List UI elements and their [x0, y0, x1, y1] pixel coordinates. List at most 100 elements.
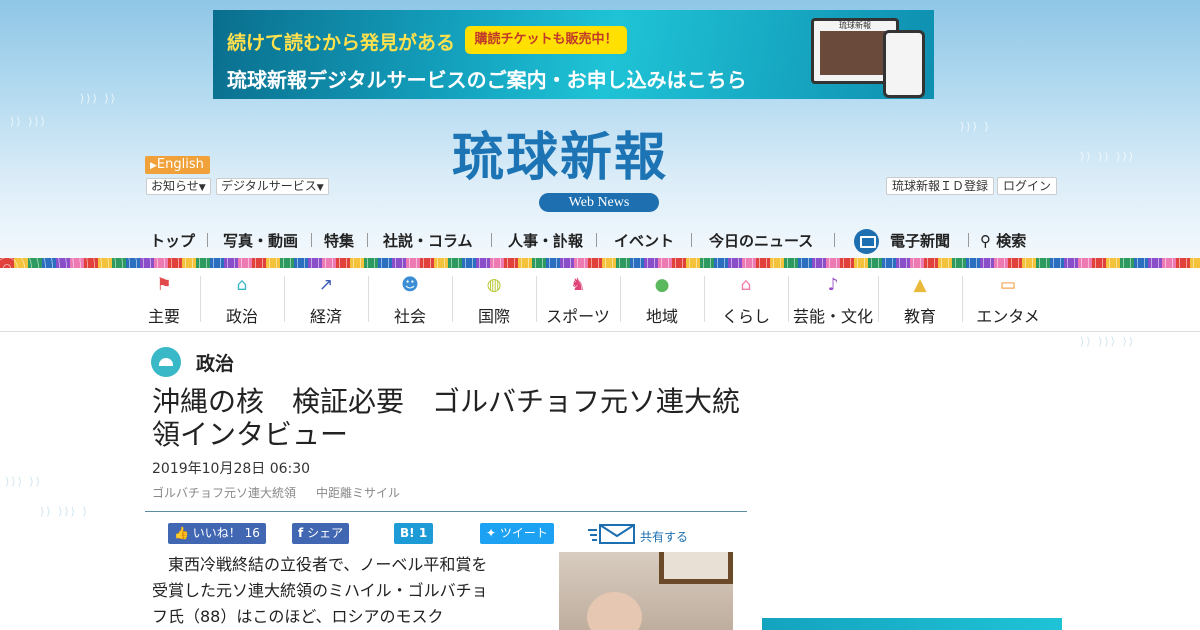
category-nav: ⚑ 主要 ⌂ 政治 ↗ 経済 ☻ 社会 ◍ 国際 ♞ スポーツ ● 地域 ⌂ くらし ♪ 芸能・文…	[0, 268, 1200, 332]
nav-divider	[596, 233, 597, 247]
nav-photo-video[interactable]: 写真・動画	[223, 230, 298, 251]
tweet-label: ツイート	[499, 526, 548, 540]
device-screen	[820, 31, 890, 75]
nav-features[interactable]: 特集	[324, 230, 354, 251]
nav-divider	[691, 233, 692, 247]
category-culture[interactable]: ♪ 芸能・文化	[788, 268, 878, 330]
category-sports[interactable]: ♞ スポーツ	[536, 268, 620, 330]
notice-label: お知らせ	[151, 179, 199, 193]
nav-personnel[interactable]: 人事・訃報	[508, 230, 583, 251]
category-divider	[962, 276, 963, 322]
nav-epaper[interactable]: 電子新聞	[890, 230, 950, 251]
nav-divider	[491, 233, 492, 247]
twitter-bird-icon: ✦	[486, 526, 497, 540]
digital-service-label: デジタルサービス	[221, 179, 317, 193]
fish-decoration: ⟩⟩ ⟩⟩⟩	[10, 115, 47, 128]
photo-subject	[587, 592, 642, 630]
fish-decoration: ⟩⟩ ⟩⟩⟩ ⟩	[40, 505, 89, 518]
tweet-button[interactable]: ✦ ツイート	[480, 523, 554, 544]
fish-decoration: ⟩⟩ ⟩⟩ ⟩⟩⟩	[1080, 150, 1136, 163]
login-button[interactable]: ログイン	[997, 177, 1058, 195]
article-tag[interactable]: 中距離ミサイル	[316, 484, 400, 501]
category-label: 芸能・文化	[792, 307, 873, 326]
category-society[interactable]: ☻ 社会	[368, 268, 452, 330]
english-label: English	[156, 157, 204, 172]
house-icon: ⌂	[740, 275, 752, 295]
notice-dropdown[interactable]: お知らせ▼	[146, 178, 211, 195]
nav-search[interactable]: ⚲ 検索	[980, 230, 1026, 251]
category-label: くらし	[721, 307, 770, 326]
category-entertainment[interactable]: ▭ エンタメ	[966, 268, 1050, 330]
english-link[interactable]: ▶English	[145, 156, 210, 174]
nav-divider	[834, 233, 835, 247]
fish-decoration: ⟩⟩⟩ ⟩⟩	[80, 92, 117, 105]
category-international[interactable]: ◍ 国際	[452, 268, 536, 330]
facebook-share-button[interactable]: f シェア	[292, 523, 350, 544]
nav-top[interactable]: トップ	[150, 230, 195, 251]
article-photo[interactable]	[559, 552, 733, 630]
flag-icon: ⚑	[156, 275, 172, 295]
nav-divider	[367, 233, 368, 247]
chevron-down-icon: ▼	[198, 183, 206, 193]
wave-pattern-divider	[0, 258, 1200, 268]
web-news-badge: Web News	[539, 193, 659, 212]
photo-frame-detail	[659, 552, 733, 584]
main-nav: トップ 写真・動画 特集 社説・コラム 人事・訃報 イベント 今日のニュース 電…	[145, 226, 1055, 254]
category-label: 主要	[147, 307, 180, 326]
digital-service-dropdown[interactable]: デジタルサービス▼	[216, 178, 329, 195]
category-economy[interactable]: ↗ 経済	[284, 268, 368, 330]
like-count: 16	[244, 526, 260, 540]
nav-today[interactable]: 今日のニュース	[709, 230, 813, 251]
id-register-button[interactable]: 琉球新報ＩＤ登録	[886, 177, 995, 195]
nav-divider	[968, 233, 969, 247]
facebook-icon: f	[298, 526, 304, 540]
fish-decoration: ⟩⟩⟩ ⟩⟩	[5, 475, 42, 488]
nav-divider	[311, 233, 312, 247]
envelope-share-icon[interactable]	[588, 522, 636, 546]
thumbs-up-icon: 👍	[174, 526, 189, 540]
site-logo[interactable]: 琉球新報	[452, 128, 752, 188]
category-region[interactable]: ● 地域	[620, 268, 704, 330]
category-label: 教育	[903, 307, 936, 326]
category-label: 地域	[645, 307, 678, 326]
article-tag[interactable]: ゴルバチョフ元ソ連大統領	[152, 484, 296, 501]
parliament-icon: ⌂	[236, 275, 248, 295]
parliament-icon	[151, 347, 181, 377]
category-life[interactable]: ⌂ くらし	[704, 268, 788, 330]
facebook-like-button[interactable]: 👍 いいね！ 16	[168, 523, 266, 544]
people-icon: ☻	[401, 275, 419, 295]
map-pin-icon: ●	[654, 275, 670, 295]
sidebar-ad[interactable]	[762, 618, 1062, 630]
nav-events[interactable]: イベント	[614, 230, 674, 251]
nav-search-label: 検索	[996, 232, 1027, 250]
category-label: 経済	[309, 307, 342, 326]
hatena-count: 1	[418, 526, 428, 540]
banner-subline: 琉球新報デジタルサービスのご案内・お申し込みはこちら	[227, 68, 747, 92]
nav-editorial[interactable]: 社説・コラム	[383, 230, 473, 251]
phone-image	[883, 30, 925, 98]
share-label[interactable]: 共有する	[640, 528, 688, 545]
article-category[interactable]: 政治	[196, 349, 234, 376]
category-major[interactable]: ⚑ 主要	[122, 268, 206, 330]
category-label: 社会	[393, 307, 426, 326]
fish-decoration: ⟩⟩⟩ ⟩	[960, 120, 991, 133]
epaper-icon[interactable]	[854, 229, 879, 254]
hatena-bookmark-button[interactable]: B! 1	[394, 523, 434, 544]
category-education[interactable]: ▲ 教育	[878, 268, 962, 330]
globe-icon: ◍	[486, 275, 502, 295]
tv-icon: ▭	[999, 275, 1017, 295]
article-title: 沖縄の核 検証必要 ゴルバチョフ元ソ連大統領インタビュー	[152, 385, 741, 451]
banner-ticket-badge: 購読チケットも販売中！	[465, 26, 627, 54]
chevron-down-icon: ▼	[316, 183, 324, 193]
sanshin-icon: ♪	[827, 275, 839, 295]
trend-chart-icon: ↗	[318, 275, 334, 295]
runner-icon: ♞	[570, 275, 586, 295]
hatena-label: B!	[400, 526, 415, 540]
digital-service-banner[interactable]: 続けて読むから発見がある 購読チケットも販売中！ 琉球新報デジタルサービスのご案…	[213, 10, 934, 99]
fish-decoration: ⟩⟩ ⟩⟩⟩ ⟩⟩	[1080, 335, 1136, 348]
like-label: いいね！	[192, 526, 241, 540]
banner-headline: 続けて読むから発見がある	[227, 32, 456, 54]
category-politics[interactable]: ⌂ 政治	[200, 268, 284, 330]
search-icon: ⚲	[980, 232, 991, 250]
graduation-cap-icon: ▲	[913, 275, 927, 295]
